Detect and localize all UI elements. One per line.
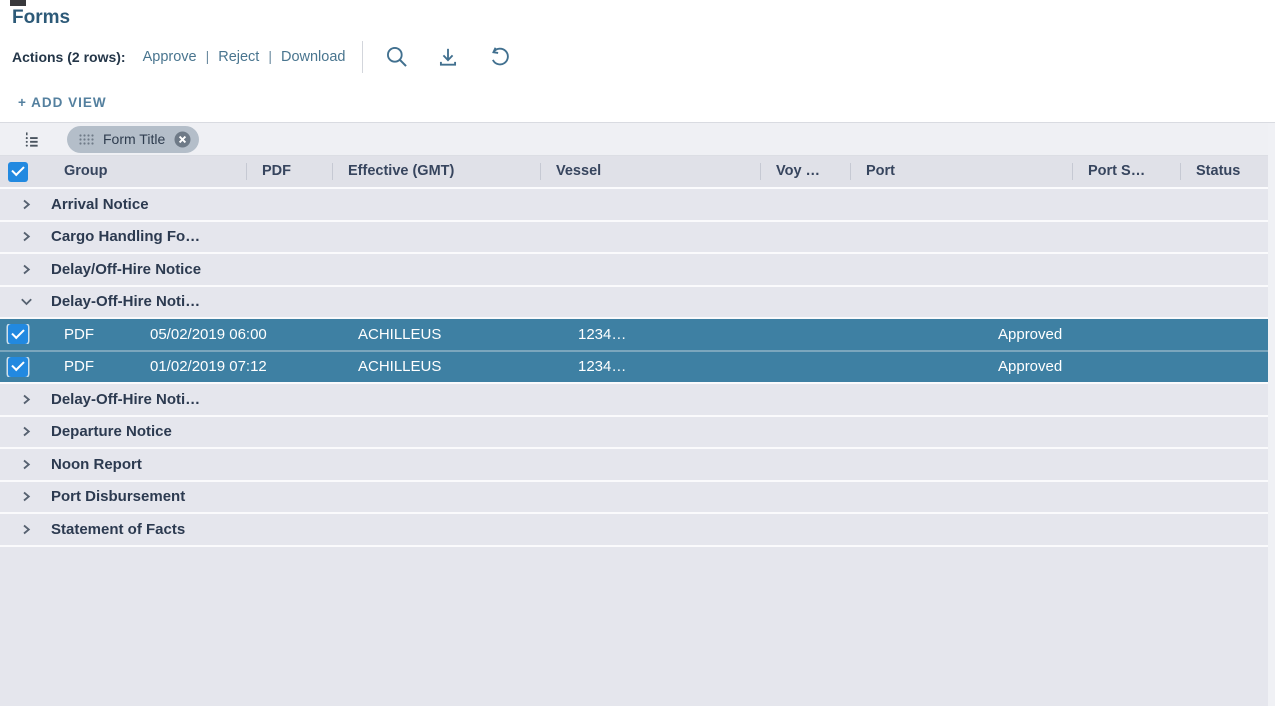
cell-voy: 1234… — [562, 358, 652, 375]
chevron-right-icon[interactable] — [20, 230, 33, 243]
cell-effective: 05/02/2019 06:00 — [134, 326, 342, 343]
column-header-status[interactable]: Status — [1180, 156, 1268, 187]
group-row[interactable]: Delay/Off-Hire Notice — [0, 254, 1268, 287]
link-separator: | — [268, 48, 272, 64]
forms-table: Form Title GroupPDFEffective (GMT)Vessel… — [0, 122, 1275, 706]
group-by-bar: Form Title — [0, 123, 1268, 156]
group-label: Delay-Off-Hire Noti… — [51, 391, 200, 408]
chevron-down-icon[interactable] — [20, 295, 33, 308]
chip-label: Form Title — [103, 131, 165, 147]
column-header-port_s[interactable]: Port S… — [1072, 156, 1180, 187]
link-separator: | — [206, 48, 210, 64]
column-header-effective[interactable]: Effective (GMT) — [332, 156, 540, 187]
chevron-right-icon[interactable] — [20, 263, 33, 276]
group-label: Cargo Handling Fo… — [51, 228, 200, 245]
group-row[interactable]: Delay-Off-Hire Noti… — [0, 384, 1268, 417]
cell-vessel: ACHILLEUS — [342, 358, 562, 375]
action-links: Approve | Reject | Download — [143, 48, 346, 66]
group-label: Statement of Facts — [51, 521, 185, 538]
download-icon[interactable] — [435, 44, 461, 70]
add-view-button[interactable]: + ADD VIEW — [18, 95, 107, 110]
scrollbar-track[interactable] — [1268, 123, 1275, 706]
column-header-port[interactable]: Port — [850, 156, 1072, 187]
table-body: Arrival Notice Cargo Handling Fo… Delay/Of… — [0, 189, 1268, 547]
cell-pdf[interactable]: PDF — [48, 326, 134, 343]
form-row[interactable]: PDF05/02/2019 06:00ACHILLEUS1234… Approve… — [0, 319, 1268, 352]
group-row[interactable]: Delay-Off-Hire Noti… — [0, 287, 1268, 320]
actions-bar: Actions (2 rows): Approve | Reject | Downloa… — [12, 41, 537, 73]
row-checkbox[interactable] — [8, 357, 28, 377]
cell-status: Approved — [982, 326, 1268, 343]
column-header-pdf[interactable]: PDF — [246, 156, 332, 187]
action-icons — [384, 44, 537, 70]
search-icon[interactable] — [384, 44, 410, 70]
group-row[interactable]: Departure Notice — [0, 417, 1268, 450]
chevron-right-icon[interactable] — [20, 458, 33, 471]
group-chip-form-title[interactable]: Form Title — [67, 126, 199, 153]
group-label: Port Disbursement — [51, 488, 185, 505]
chevron-right-icon[interactable] — [20, 490, 33, 503]
table-header-row: GroupPDFEffective (GMT)VesselVoy …PortPo… — [0, 156, 1268, 189]
row-select-cell — [0, 357, 48, 377]
column-header-vessel[interactable]: Vessel — [540, 156, 760, 187]
header-select-cell — [0, 156, 48, 187]
group-label: Departure Notice — [51, 423, 172, 440]
chevron-right-icon[interactable] — [20, 523, 33, 536]
form-row[interactable]: PDF01/02/2019 07:12ACHILLEUS1234… Approve… — [0, 352, 1268, 385]
group-label: Delay-Off-Hire Noti… — [51, 293, 200, 310]
select-all-checkbox[interactable] — [8, 162, 28, 182]
drag-handle-icon[interactable] — [79, 134, 94, 145]
toolbar-divider — [362, 41, 363, 73]
chevron-right-icon[interactable] — [20, 393, 33, 406]
chevron-right-icon[interactable] — [20, 425, 33, 438]
cell-voy: 1234… — [562, 326, 652, 343]
remove-chip-icon[interactable] — [174, 131, 191, 148]
group-label: Arrival Notice — [51, 196, 149, 213]
group-label: Noon Report — [51, 456, 142, 473]
undo-icon[interactable] — [486, 44, 512, 70]
group-row[interactable]: Arrival Notice — [0, 189, 1268, 222]
screen-artifact — [10, 0, 26, 6]
row-checkbox[interactable] — [8, 324, 28, 344]
group-by-icon[interactable] — [23, 131, 40, 148]
cell-vessel: ACHILLEUS — [342, 326, 562, 343]
column-header-voy[interactable]: Voy … — [760, 156, 850, 187]
reject-link[interactable]: Reject — [218, 49, 259, 65]
group-row[interactable]: Port Disbursement — [0, 482, 1268, 515]
group-label: Delay/Off-Hire Notice — [51, 261, 201, 278]
download-link[interactable]: Download — [281, 49, 346, 65]
cell-status: Approved — [982, 358, 1268, 375]
actions-count-label: Actions (2 rows): — [12, 49, 126, 65]
cell-effective: 01/02/2019 07:12 — [134, 358, 342, 375]
row-select-cell — [0, 324, 48, 344]
page-title: Forms — [12, 7, 70, 29]
column-header-group[interactable]: Group — [48, 156, 246, 187]
cell-pdf[interactable]: PDF — [48, 358, 134, 375]
group-row[interactable]: Cargo Handling Fo… — [0, 222, 1268, 255]
chevron-right-icon[interactable] — [20, 198, 33, 211]
group-row[interactable]: Statement of Facts — [0, 514, 1268, 547]
group-row[interactable]: Noon Report — [0, 449, 1268, 482]
approve-link[interactable]: Approve — [143, 49, 197, 65]
